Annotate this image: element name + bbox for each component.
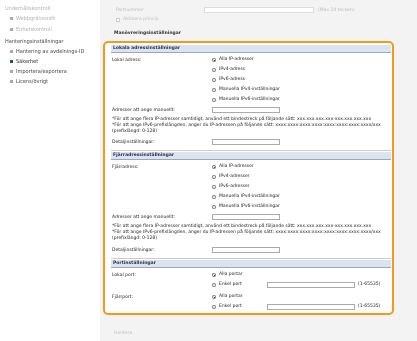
sidebar-faded-top[interactable]: Underhållskontroll <box>5 6 50 12</box>
local-section-header: Lokala adressinställningar <box>111 45 391 53</box>
enable-policy-label: Aktivera princip <box>123 17 159 22</box>
bullet-icon <box>10 28 13 31</box>
remote-address-label: Fjärradress: <box>112 165 139 170</box>
port-number-input[interactable] <box>204 7 314 13</box>
sidebar-item-label: Enhetskontroll <box>16 27 52 33</box>
local-radio-manual-ipv6[interactable] <box>212 98 216 102</box>
port-number-label: Portnummer <box>116 8 145 13</box>
local-section-title: Lokala adressinställningar <box>113 46 181 51</box>
remote-option-label: IPv6-adresser <box>219 184 250 189</box>
remote-port-radio-all[interactable] <box>212 295 216 299</box>
local-manual-input[interactable] <box>212 107 280 113</box>
remote-port-all-label: Alla portar <box>219 294 243 299</box>
remote-manual-input[interactable] <box>212 214 280 220</box>
port-number-hint: (Max 24 tecken) <box>318 8 355 13</box>
bullet-icon <box>10 80 13 83</box>
local-option-label: IPv4-adress <box>219 67 246 72</box>
remote-radio-all[interactable] <box>212 165 216 169</box>
local-port-label: Lokal port: <box>112 273 136 278</box>
bullet-icon <box>10 17 13 20</box>
divider <box>111 150 391 151</box>
sidebar-item-webbgranssnitt[interactable]: Webbgränssnitt <box>10 16 55 22</box>
remote-port-radio-single[interactable] <box>212 305 216 309</box>
sidebar: Underhållskontroll Webbgränssnitt Enhets… <box>0 0 100 341</box>
sidebar-item-license[interactable]: Licens/övrigt <box>10 79 48 85</box>
sidebar-item-department-id[interactable]: Hantering av avdelnings-ID <box>10 49 84 55</box>
local-detail-label: Detaljinställningar: <box>112 140 155 145</box>
remote-radio-manual-ipv4[interactable] <box>212 195 216 199</box>
sidebar-header-management[interactable]: Hanteringsinställningar <box>5 39 63 45</box>
bullet-icon <box>10 50 13 53</box>
port-section-header: Portinställningar <box>111 260 391 268</box>
remote-note-1: *För att ange flera IP-adresser samtidig… <box>112 224 372 229</box>
enable-policy-checkbox[interactable] <box>116 18 120 22</box>
local-port-radio-single[interactable] <box>212 283 216 287</box>
local-note-1: *För att ange flera IP-adresser samtidig… <box>112 117 372 122</box>
address-settings-panel: Lokala adressinställningar Lokal adress:… <box>103 41 394 315</box>
sidebar-item-enhetskontroll[interactable]: Enhetskontroll <box>10 27 52 33</box>
remote-note-3: (prefixlängd: 0-128) <box>112 236 157 241</box>
remote-section-header: Fjärradressinställningar <box>111 152 391 160</box>
local-note-2: *För att ange IPv6-prefixlängden, anger … <box>112 123 381 128</box>
sidebar-item-label: Webbgränssnitt <box>16 16 56 22</box>
remote-option-label: Alla IP-adresser <box>219 164 254 169</box>
local-address-label: Lokal adress: <box>112 58 142 63</box>
divider <box>111 258 391 259</box>
remote-manual-label: Adresser att ange manuellt: <box>112 215 175 220</box>
bullet-icon <box>10 70 13 73</box>
remote-radio-ipv6[interactable] <box>212 185 216 189</box>
main-content: Portnummer (Max 24 tecken) Aktivera prin… <box>100 0 417 341</box>
local-detail-input[interactable] <box>212 139 280 145</box>
remote-section-title: Fjärradressinställningar <box>113 153 175 158</box>
remote-port-single-label: Enkel port <box>219 304 242 309</box>
local-note-3: (prefixlängd: 0-128) <box>112 129 157 134</box>
remote-detail-label: Detaljinställningar: <box>112 248 155 253</box>
remote-note-2: *För att ange IPv6-prefixlängden, anger … <box>112 230 381 235</box>
local-option-label: Alla IP-adresser <box>219 57 254 62</box>
remote-port-input[interactable] <box>267 304 355 310</box>
sidebar-item-label: Importera/exportera <box>16 69 67 75</box>
local-radio-ipv4[interactable] <box>212 68 216 72</box>
local-port-range-hint: (1-65535) <box>358 282 381 287</box>
remote-option-label: Manuella IPv4-inställningar <box>219 194 280 199</box>
remote-radio-ipv4[interactable] <box>212 175 216 179</box>
sidebar-item-import-export[interactable]: Importera/exportera <box>10 69 67 75</box>
remote-option-label: Manuella IPv6-inställningar <box>219 204 280 209</box>
local-radio-ipv6[interactable] <box>212 78 216 82</box>
local-option-label: Manuella IPv6-inställningar <box>219 97 280 102</box>
bottom-faded-section: Hantera <box>114 331 133 336</box>
local-option-label: IPv6-adress <box>219 77 246 82</box>
local-port-all-label: Alla portar <box>219 272 243 277</box>
remote-radio-manual-ipv6[interactable] <box>212 205 216 209</box>
local-manual-label: Adresser att ange manuellt: <box>112 108 175 113</box>
local-option-label: Manuella IPv4-inställningar <box>219 87 280 92</box>
local-radio-all[interactable] <box>212 58 216 62</box>
port-section-title: Portinställningar <box>113 261 156 266</box>
local-port-radio-all[interactable] <box>212 273 216 277</box>
management-settings-header: Manövreringsinställningar <box>114 31 182 36</box>
local-port-input[interactable] <box>267 282 355 288</box>
remote-port-label: Fjärrport: <box>112 295 133 300</box>
remote-option-label: IPv4-adresser <box>219 174 250 179</box>
sidebar-item-label: Hantering av avdelnings-ID <box>16 49 85 55</box>
local-radio-manual-ipv4[interactable] <box>212 88 216 92</box>
bullet-icon <box>10 60 13 63</box>
sidebar-item-label: Licens/övrigt <box>16 79 49 85</box>
remote-detail-input[interactable] <box>212 247 280 253</box>
sidebar-item-label: Säkerhet <box>16 59 39 65</box>
sidebar-item-security[interactable]: Säkerhet <box>10 59 38 65</box>
local-port-single-label: Enkel port <box>219 282 242 287</box>
remote-port-range-hint: (1-65535) <box>358 304 381 309</box>
